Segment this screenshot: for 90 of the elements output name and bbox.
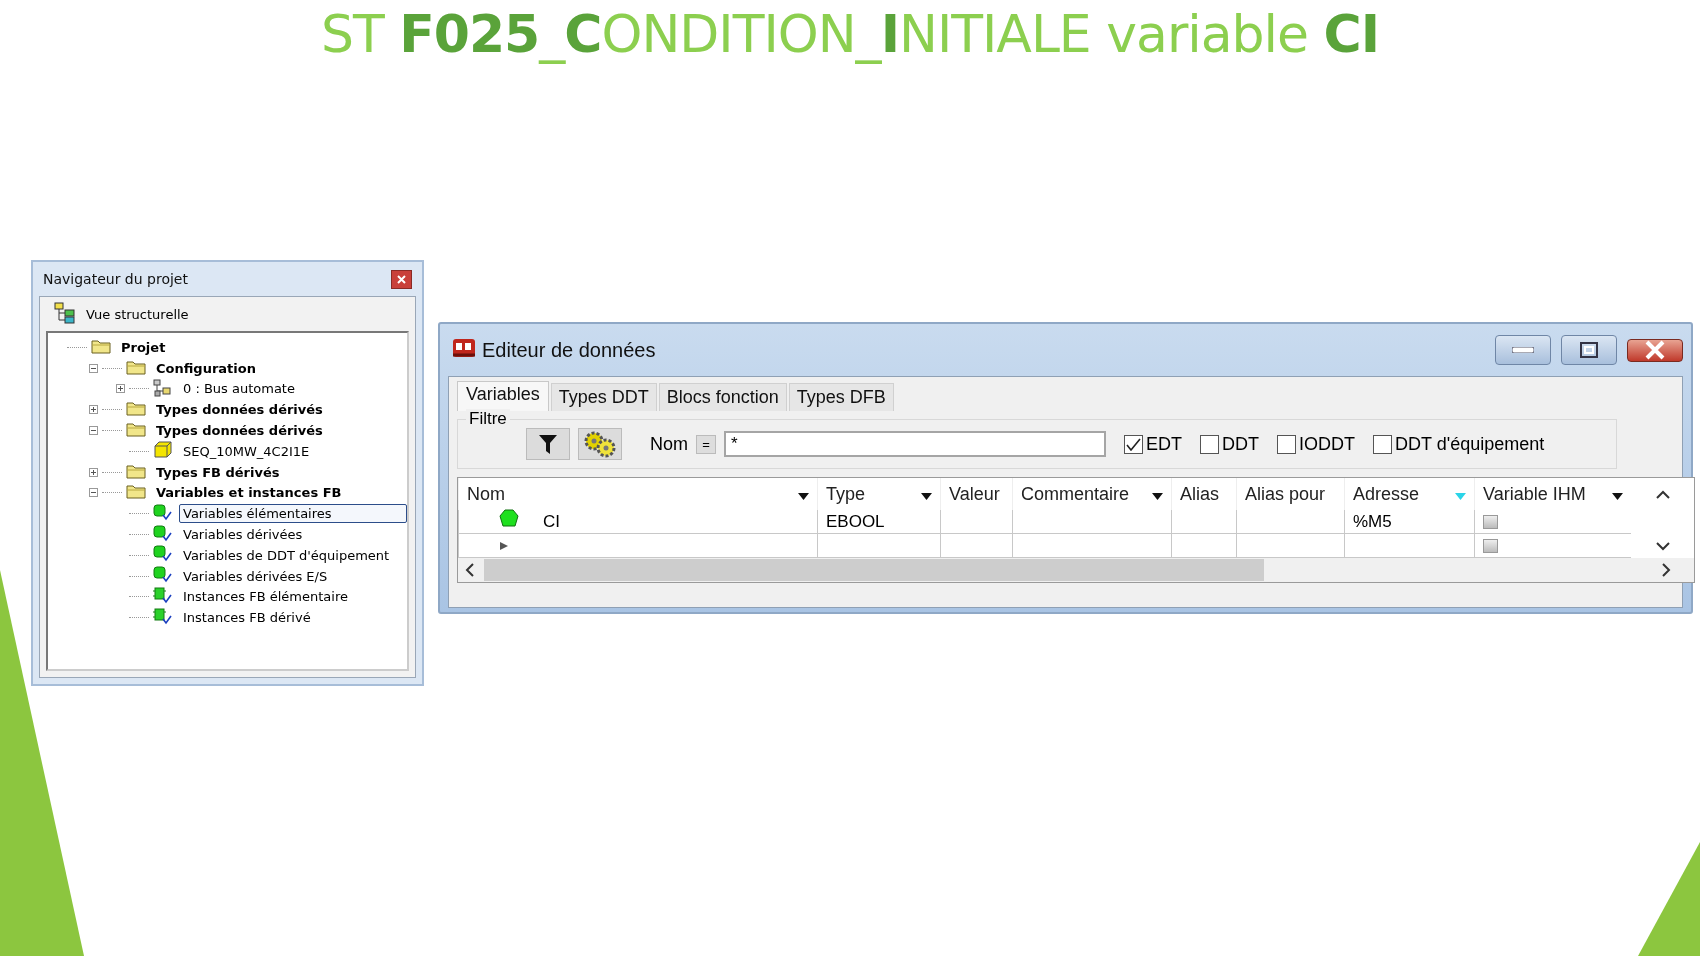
checkbox-label[interactable]: IODDT <box>1299 433 1355 455</box>
tree-item[interactable]: Variables de DDT d'équipement <box>179 545 394 565</box>
minimize-button[interactable] <box>1495 335 1551 365</box>
variable-icon <box>153 566 173 584</box>
tree-item[interactable]: Variables et instances FB <box>152 483 346 503</box>
folder-icon <box>126 358 146 375</box>
minimize-icon <box>1512 347 1534 353</box>
tree-item[interactable]: Types données dérivés <box>152 421 327 441</box>
collapse-toggle[interactable] <box>89 488 98 498</box>
checkbox[interactable] <box>1373 434 1392 454</box>
tree-item[interactable]: Instances FB dérivé <box>179 608 315 628</box>
checkbox-label[interactable]: DDT d'équipement <box>1395 433 1545 455</box>
collapse-toggle[interactable] <box>89 426 98 436</box>
name-filter-field[interactable]: * <box>724 431 1106 457</box>
slide-title: ST F025_CONDITION_INITIALE variable CI <box>320 4 1380 64</box>
tab[interactable]: Variables <box>457 381 549 411</box>
function-block-icon <box>153 586 173 604</box>
column-header[interactable]: Alias <box>1171 478 1236 510</box>
tree-item[interactable]: Types FB dérivés <box>152 462 284 482</box>
collapse-toggle[interactable] <box>89 363 98 373</box>
tree-item[interactable]: Projet <box>117 337 170 357</box>
gear-icon <box>582 430 618 458</box>
tree-item[interactable]: Variables dérivées <box>179 525 307 545</box>
table-cell <box>1171 510 1236 534</box>
column-header[interactable]: Variable IHM <box>1474 478 1631 510</box>
dropdown-arrow-icon[interactable] <box>921 492 932 500</box>
tree-item[interactable]: 0 : Bus automate <box>179 379 299 399</box>
maximize-button[interactable] <box>1561 335 1617 365</box>
tree-item[interactable]: Instances FB élémentaire <box>179 587 352 607</box>
tree-item[interactable]: Variables élémentaires <box>179 504 407 524</box>
scroll-down-icon[interactable] <box>1655 541 1670 551</box>
dropdown-arrow-icon[interactable] <box>798 492 809 500</box>
column-header[interactable]: Adresse <box>1344 478 1474 510</box>
column-header[interactable]: Type <box>817 478 940 510</box>
variable-icon <box>499 509 519 529</box>
scroll-up-icon[interactable] <box>1655 489 1670 499</box>
hmi-checkbox[interactable] <box>1483 538 1498 553</box>
expand-toggle[interactable] <box>89 405 98 415</box>
folder-icon <box>126 421 146 438</box>
table-cell <box>940 510 1012 534</box>
window-title: Editeur de données <box>482 338 657 362</box>
close-button[interactable] <box>391 269 412 289</box>
field-label: Nom <box>650 433 688 455</box>
folder-icon <box>126 400 146 417</box>
tree-item[interactable]: Types données dérivés <box>152 400 327 420</box>
hmi-checkbox[interactable] <box>1483 514 1498 529</box>
gear-button[interactable] <box>578 428 622 460</box>
close-button[interactable] <box>1627 338 1683 362</box>
variable-icon <box>153 524 173 542</box>
expand-toggle[interactable] <box>89 467 98 477</box>
filter-button[interactable] <box>526 428 570 460</box>
new-row-icon <box>499 540 509 551</box>
column-header[interactable]: Alias pour <box>1236 478 1344 510</box>
checkbox[interactable] <box>1200 434 1219 454</box>
variable-name: CI <box>543 511 560 532</box>
variable-icon <box>153 545 173 563</box>
tab[interactable]: Types DDT <box>550 383 657 411</box>
tree-item[interactable]: Variables dérivées E/S <box>179 566 332 586</box>
table-cell: %M5 <box>1344 510 1474 534</box>
tree-view-icon <box>54 301 76 324</box>
tree-item[interactable]: Configuration <box>152 358 260 378</box>
dropdown-arrow-icon[interactable] <box>1612 492 1623 500</box>
tree-item[interactable]: SEQ_10MW_4C2I1E <box>179 441 314 461</box>
dropdown-arrow-icon[interactable] <box>1152 492 1163 500</box>
operator-button[interactable]: = <box>696 434 716 454</box>
network-icon <box>153 378 173 397</box>
column-header[interactable]: Commentaire <box>1012 478 1171 510</box>
column-header[interactable]: Valeur <box>940 478 1012 510</box>
checkbox-label[interactable]: EDT <box>1146 433 1182 455</box>
close-icon <box>1644 340 1666 360</box>
scrollbar-thumb[interactable] <box>484 559 1264 581</box>
maximize-icon <box>1580 342 1598 358</box>
expand-toggle[interactable] <box>116 384 125 394</box>
folder-icon <box>126 483 146 500</box>
tab[interactable]: Types DFB <box>788 383 894 411</box>
checkbox[interactable] <box>1124 434 1143 454</box>
folder-icon <box>126 462 146 479</box>
editor-app-icon <box>452 337 476 359</box>
tab[interactable]: Blocs fonction <box>658 383 787 411</box>
table-cell: EBOOL <box>817 510 940 534</box>
close-icon <box>397 274 406 284</box>
panel-title: Navigateur du projet <box>43 271 188 287</box>
checkbox-label[interactable]: DDT <box>1222 433 1259 455</box>
function-block-icon <box>153 607 173 625</box>
cube-icon <box>153 441 173 459</box>
view-label[interactable]: Vue structurelle <box>86 306 189 322</box>
variable-icon <box>153 503 173 521</box>
funnel-icon <box>538 433 558 455</box>
folder-icon <box>91 337 111 354</box>
checkbox[interactable] <box>1277 434 1296 454</box>
